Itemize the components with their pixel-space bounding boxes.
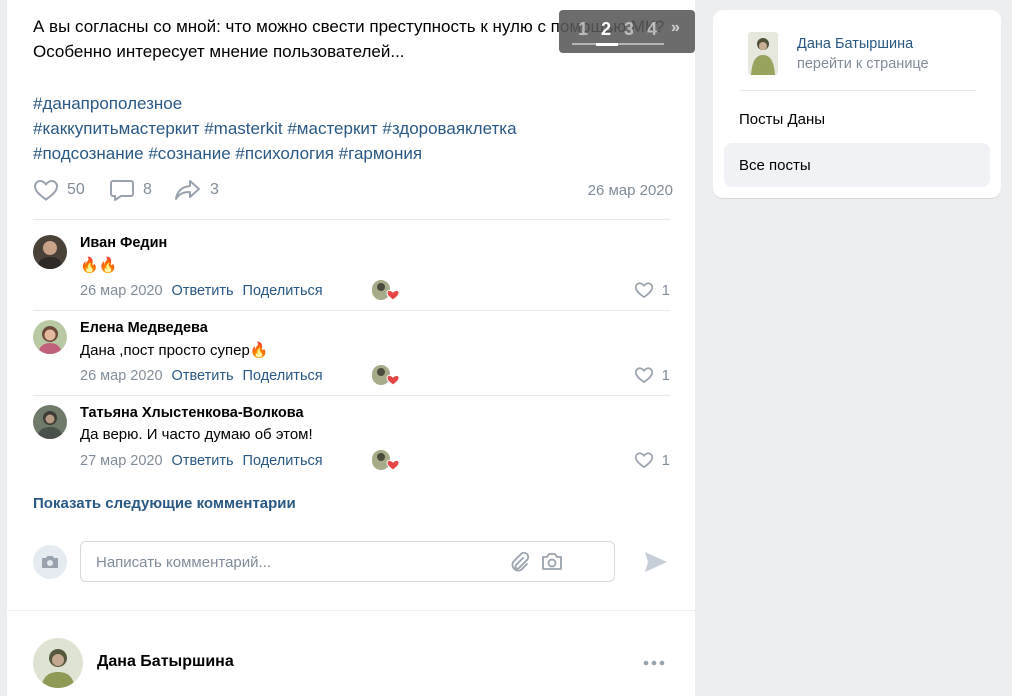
- comment-like-count: 1: [661, 451, 670, 469]
- comment-author[interactable]: Иван Федин: [80, 235, 167, 251]
- heart-icon: [634, 452, 653, 469]
- comment-like-count: 1: [661, 366, 670, 384]
- comment-meta: 26 мар 2020 Ответить Поделиться: [80, 283, 323, 299]
- comment-like-count: 1: [661, 281, 670, 299]
- avatar[interactable]: [33, 405, 67, 439]
- hashtag-link[interactable]: #данапрополезное: [33, 94, 182, 113]
- camera-icon[interactable]: [540, 551, 564, 573]
- reply-link[interactable]: Ответить: [172, 283, 234, 299]
- pager-page-4[interactable]: 4: [647, 19, 657, 40]
- comment-item: Татьяна Хлыстенкова-Волкова Да верю. И ч…: [33, 405, 670, 475]
- post-hashtags: #данапрополезное #каккупитьмастеркит #ma…: [33, 91, 673, 166]
- pager-next-icon[interactable]: »: [671, 19, 680, 37]
- avatar[interactable]: [33, 638, 83, 688]
- reply-link[interactable]: Ответить: [172, 368, 234, 384]
- comment-text-content: Дана ,пост просто супер: [80, 341, 250, 359]
- reply-link[interactable]: Ответить: [172, 453, 234, 469]
- divider: [740, 90, 976, 91]
- send-icon[interactable]: [643, 549, 669, 575]
- post-author-name[interactable]: Дана Батыршина: [97, 653, 234, 671]
- comment-author[interactable]: Татьяна Хлыстенкова-Волкова: [80, 405, 304, 421]
- comment-text: Да верю. И часто думаю об этом!: [80, 426, 313, 443]
- comment-item: Иван Федин 🔥🔥 26 мар 2020 Ответить Поделит…: [33, 235, 670, 305]
- photo-pager[interactable]: 1 2 3 4 »: [559, 10, 695, 53]
- comment-text-content: Да верю. И часто думаю об этом!: [80, 426, 313, 443]
- paperclip-icon[interactable]: [508, 551, 530, 573]
- comment-button[interactable]: 8: [109, 178, 152, 202]
- camera-icon: [33, 545, 67, 579]
- sidebar-panel: Дана Батыршина перейти к странице Посты …: [713, 10, 1001, 198]
- comment-text: Дана ,пост просто супер 🔥: [80, 341, 269, 360]
- hashtag-link[interactable]: #каккупитьмастеркит #masterkit #мастерки…: [33, 119, 517, 138]
- post-separator: [7, 610, 695, 611]
- sidebar-item-user-posts[interactable]: Посты Даны: [724, 97, 990, 141]
- comment-date[interactable]: 26 мар 2020: [80, 368, 163, 384]
- comment-composer: [80, 541, 615, 582]
- avatar[interactable]: [33, 320, 67, 354]
- comment-date[interactable]: 26 мар 2020: [80, 283, 163, 299]
- like-count: 50: [67, 181, 85, 198]
- comment-input[interactable]: [96, 551, 496, 573]
- comment-item: Елена Медведева Дана ,пост просто супер …: [33, 320, 670, 390]
- heart-icon: [634, 282, 653, 299]
- author-liked-badge: [371, 449, 400, 473]
- share-link[interactable]: Поделиться: [243, 453, 323, 469]
- pager-track: [572, 43, 664, 45]
- share-link[interactable]: Поделиться: [243, 368, 323, 384]
- pager-page-1[interactable]: 1: [578, 19, 588, 40]
- pager-page-2[interactable]: 2: [601, 19, 611, 40]
- more-icon[interactable]: [643, 659, 665, 667]
- sidebar-go-to-page-link[interactable]: перейти к странице: [797, 56, 929, 72]
- divider: [33, 395, 670, 396]
- comment-icon: [110, 180, 134, 201]
- fire-emoji: 🔥: [249, 342, 269, 359]
- avatar[interactable]: [33, 235, 67, 269]
- like-button[interactable]: 50: [33, 178, 85, 202]
- post-actions: 50 8 3 26 мар 2020: [33, 176, 673, 206]
- hashtag-link[interactable]: #подсознание #сознание #психология #гарм…: [33, 144, 422, 163]
- sidebar-item-all-posts[interactable]: Все посты: [724, 143, 990, 187]
- comment-count: 8: [143, 181, 152, 198]
- comment-date[interactable]: 27 мар 2020: [80, 453, 163, 469]
- divider: [33, 219, 670, 220]
- share-count: 3: [210, 181, 219, 198]
- post-feed: А вы согласны со мной: что можно свести …: [7, 0, 695, 696]
- pager-page-3[interactable]: 3: [624, 19, 634, 40]
- avatar[interactable]: [748, 32, 778, 75]
- sidebar-profile-name[interactable]: Дана Батыршина: [797, 36, 913, 52]
- comment-like-button[interactable]: 1: [634, 366, 670, 384]
- pager-active-indicator: [596, 43, 618, 46]
- comment-author[interactable]: Елена Медведева: [80, 320, 208, 336]
- author-liked-badge: [371, 279, 400, 303]
- comment-like-button[interactable]: 1: [634, 451, 670, 469]
- fire-emoji: 🔥🔥: [80, 257, 118, 274]
- share-button[interactable]: 3: [174, 178, 219, 202]
- share-link[interactable]: Поделиться: [243, 283, 323, 299]
- comment-like-button[interactable]: 1: [634, 281, 670, 299]
- comment-meta: 27 мар 2020 Ответить Поделиться: [80, 453, 323, 469]
- share-icon: [175, 180, 200, 200]
- author-liked-badge: [371, 364, 400, 388]
- post-date[interactable]: 26 мар 2020: [588, 182, 673, 199]
- heart-icon: [33, 179, 59, 201]
- divider: [33, 310, 670, 311]
- show-more-comments-link[interactable]: Показать следующие комментарии: [33, 495, 296, 512]
- heart-icon: [634, 367, 653, 384]
- comment-text: 🔥🔥: [80, 256, 117, 274]
- comment-meta: 26 мар 2020 Ответить Поделиться: [80, 368, 323, 384]
